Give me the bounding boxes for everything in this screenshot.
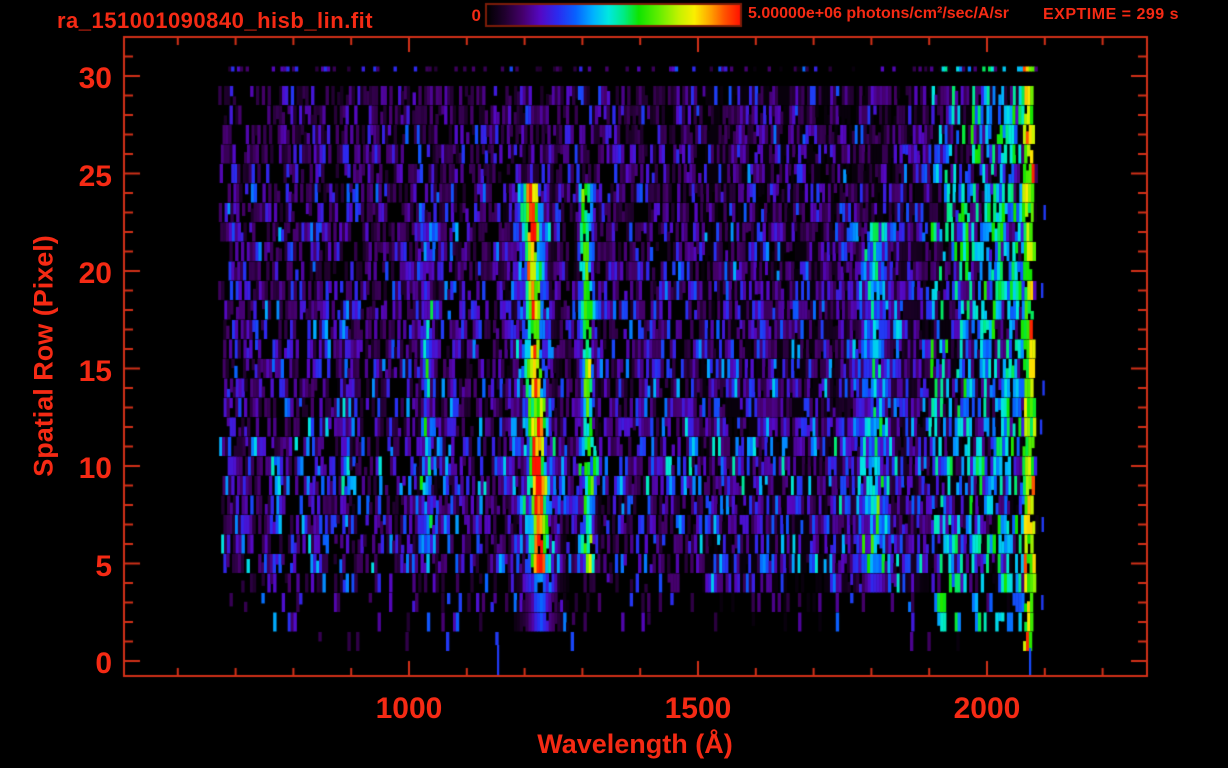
y-tick-label: 25: [42, 160, 112, 194]
colorbar-min-label: 0: [455, 6, 481, 26]
spectral-display-window: ra_151001090840_hisb_lin.fit 0 5.00000e+…: [0, 0, 1228, 768]
spectral-heatmap-canvas: [0, 0, 1228, 768]
y-tick-label: 20: [42, 257, 112, 291]
x-tick-label: 1000: [376, 692, 443, 726]
x-axis-label: Wavelength (Å): [537, 729, 733, 760]
file-title: ra_151001090840_hisb_lin.fit: [57, 8, 373, 34]
y-tick-label: 5: [42, 550, 112, 584]
colorbar-max-label: 5.00000e+06 photons/cm²/sec/A/sr: [748, 5, 1009, 23]
x-tick-label: 1500: [665, 692, 732, 726]
y-tick-label: 0: [42, 647, 112, 681]
exptime-label: EXPTIME = 299 s: [1043, 6, 1179, 24]
y-tick-label: 10: [42, 452, 112, 486]
y-tick-label: 30: [42, 62, 112, 96]
x-tick-label: 2000: [954, 692, 1021, 726]
y-tick-label: 15: [42, 355, 112, 389]
